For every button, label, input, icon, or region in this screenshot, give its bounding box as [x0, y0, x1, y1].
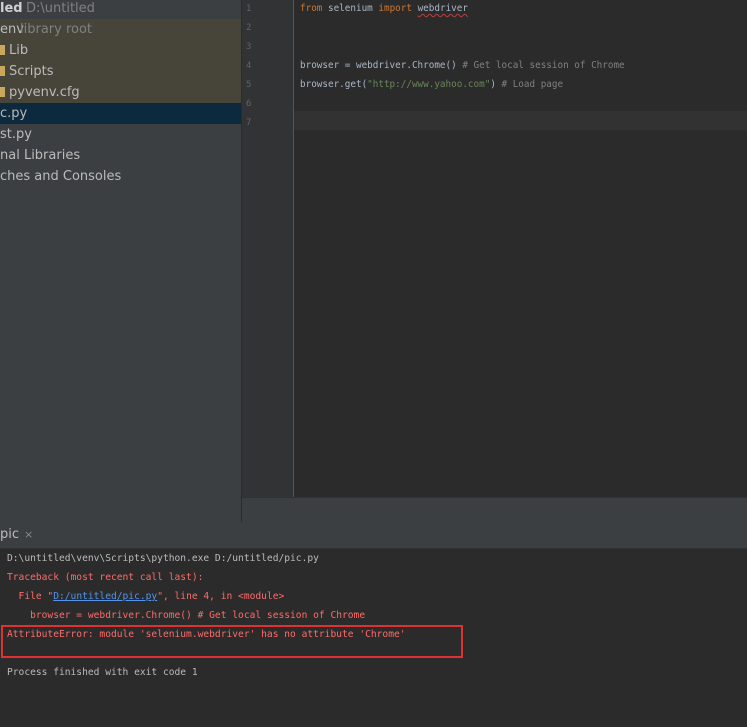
editor-breadcrumb-bar	[242, 497, 747, 523]
run-console[interactable]: D:\untitled\venv\Scripts\python.exe D:/u…	[0, 549, 747, 727]
tree-item-label: ches and Consoles	[0, 169, 122, 184]
line-number: 2	[246, 23, 252, 33]
folder-icon	[0, 44, 5, 55]
code-line-1: from selenium import webdriver	[300, 3, 468, 14]
line-number: 1	[246, 4, 252, 14]
line-number: 4	[246, 61, 252, 71]
tree-item-test-py[interactable]: st.py	[0, 124, 241, 145]
run-tool-window-header: pic ×	[0, 522, 747, 549]
tree-item-pic-py[interactable]: c.py	[0, 103, 241, 124]
line-number: 3	[246, 42, 252, 52]
folder-icon	[0, 65, 5, 76]
close-icon[interactable]: ×	[24, 528, 33, 541]
console-attribute-error: AttributeError: module 'selenium.webdriv…	[7, 629, 406, 640]
console-traceback-code: browser = webdriver.Chrome() # Get local…	[7, 610, 366, 621]
tree-item-pyvenv-cfg[interactable]: pyvenv.cfg	[0, 82, 241, 103]
project-tree: led D:\untitled env library root Lib Scr…	[0, 0, 241, 522]
tree-item-lib[interactable]: Lib	[0, 40, 241, 61]
tree-item-scripts[interactable]: Scripts	[0, 61, 241, 82]
traceback-file-link[interactable]: D:/untitled/pic.py	[53, 591, 157, 602]
code-string: "http://www.yahoo.com"	[367, 79, 491, 90]
code-line-5: browser.get("http://www.yahoo.com") # Lo…	[300, 79, 563, 90]
line-number: 5	[246, 80, 252, 90]
code-editor[interactable]: 1 2 3 4 5 6 7 from selenium import webdr…	[242, 0, 747, 497]
code-comment: # Get local session of Chrome	[462, 60, 625, 71]
tree-item-label: pyvenv.cfg	[9, 85, 80, 100]
project-root-path: D:\untitled	[26, 1, 95, 16]
module-name: selenium	[322, 3, 379, 14]
keyword-import: import	[378, 3, 412, 14]
tree-item-label: Scripts	[9, 64, 54, 79]
code-text: )	[490, 79, 502, 90]
line-number: 6	[246, 99, 252, 109]
tree-item-scratches-consoles[interactable]: ches and Consoles	[0, 166, 241, 187]
run-tab-pic[interactable]: pic ×	[0, 522, 39, 548]
tree-item-project-root[interactable]: led D:\untitled	[0, 0, 241, 19]
console-command-line: D:\untitled\venv\Scripts\python.exe D:/u…	[7, 553, 319, 564]
line-number-gutter: 1 2 3 4 5 6 7	[242, 0, 294, 497]
tree-item-label: st.py	[0, 127, 32, 142]
project-root-label: led	[0, 1, 23, 16]
tree-item-external-libraries[interactable]: nal Libraries	[0, 145, 241, 166]
traceback-file-prefix: File "	[7, 591, 54, 602]
line-number: 7	[246, 118, 252, 128]
file-icon	[0, 86, 5, 97]
console-exit-message: Process finished with exit code 1	[7, 667, 198, 678]
tree-item-label: Lib	[9, 43, 29, 58]
code-line-4: browser = webdriver.Chrome() # Get local…	[300, 60, 625, 71]
console-traceback-file-line: File "D:/untitled/pic.py", line 4, in <m…	[7, 591, 285, 602]
console-traceback-header: Traceback (most recent call last):	[7, 572, 204, 583]
traceback-file-suffix: ", line 4, in <module>	[157, 591, 285, 602]
library-root-hint: library root	[20, 22, 93, 37]
current-line-highlight	[294, 111, 747, 130]
keyword-from: from	[300, 3, 323, 14]
code-text: browser = webdriver.Chrome()	[300, 60, 463, 71]
run-tab-label: pic	[0, 527, 20, 542]
unresolved-import-name: webdriver	[417, 3, 468, 14]
tree-item-label: c.py	[0, 106, 28, 121]
code-text: browser.get(	[300, 79, 368, 90]
tree-item-label: nal Libraries	[0, 148, 81, 163]
tree-item-venv[interactable]: env library root	[0, 19, 241, 40]
code-comment: # Load page	[501, 79, 564, 90]
